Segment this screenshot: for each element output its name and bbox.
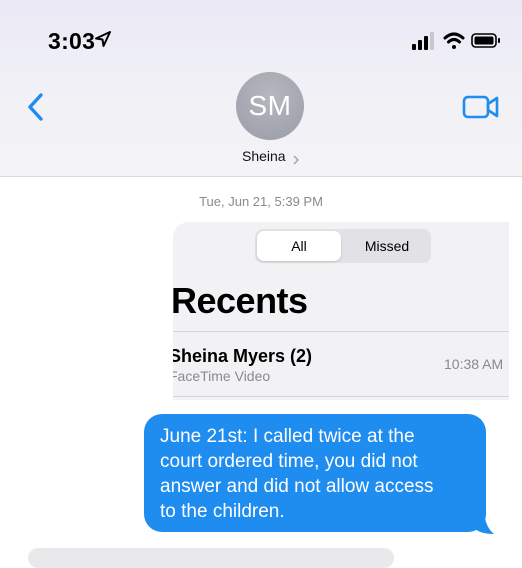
contact-avatar[interactable]: SM xyxy=(236,72,304,140)
status-icons xyxy=(412,30,512,57)
segmented-control: All Missed xyxy=(255,229,431,263)
recent-call-type: FaceTime Video xyxy=(173,368,271,384)
incoming-message-bubble[interactable] xyxy=(28,548,394,568)
location-arrow-icon xyxy=(94,30,112,53)
message-line: to the children. xyxy=(160,501,285,522)
wifi-icon xyxy=(443,32,465,49)
segment-missed[interactable]: Missed xyxy=(345,231,429,261)
shared-screenshot-image[interactable]: All Missed Recents Sheina Myers (2) Face… xyxy=(173,222,509,400)
video-camera-icon xyxy=(462,95,499,119)
status-time: 3:03 xyxy=(48,28,96,54)
chevron-left-icon xyxy=(28,93,43,121)
facetime-video-button[interactable] xyxy=(462,94,500,125)
back-button[interactable] xyxy=(26,92,44,127)
message-line: answer and did not allow access xyxy=(160,476,434,497)
sent-message-bubble[interactable]: June 21st: I called twice at the court o… xyxy=(144,414,486,532)
divider xyxy=(173,331,509,332)
bubble-tail xyxy=(470,508,496,541)
recent-call-name: Sheina Myers (2) xyxy=(173,346,313,366)
conversation-header: 3:03 SM Sheina xyxy=(0,0,522,177)
chevron-right-icon xyxy=(293,152,299,170)
contact-name[interactable]: Sheina xyxy=(242,148,286,164)
battery-icon xyxy=(471,33,500,48)
divider xyxy=(173,396,509,397)
recent-call-time: 10:38 AM xyxy=(444,356,504,372)
recents-title: Recents xyxy=(173,280,308,321)
message-line: June 21st: I called twice at the xyxy=(160,426,415,447)
message-timestamp: Tue, Jun 21, 5:39 PM xyxy=(199,194,323,209)
segment-all[interactable]: All xyxy=(257,231,341,261)
signal-bars-icon xyxy=(412,32,434,50)
message-line: court ordered time, you did not xyxy=(160,451,418,472)
